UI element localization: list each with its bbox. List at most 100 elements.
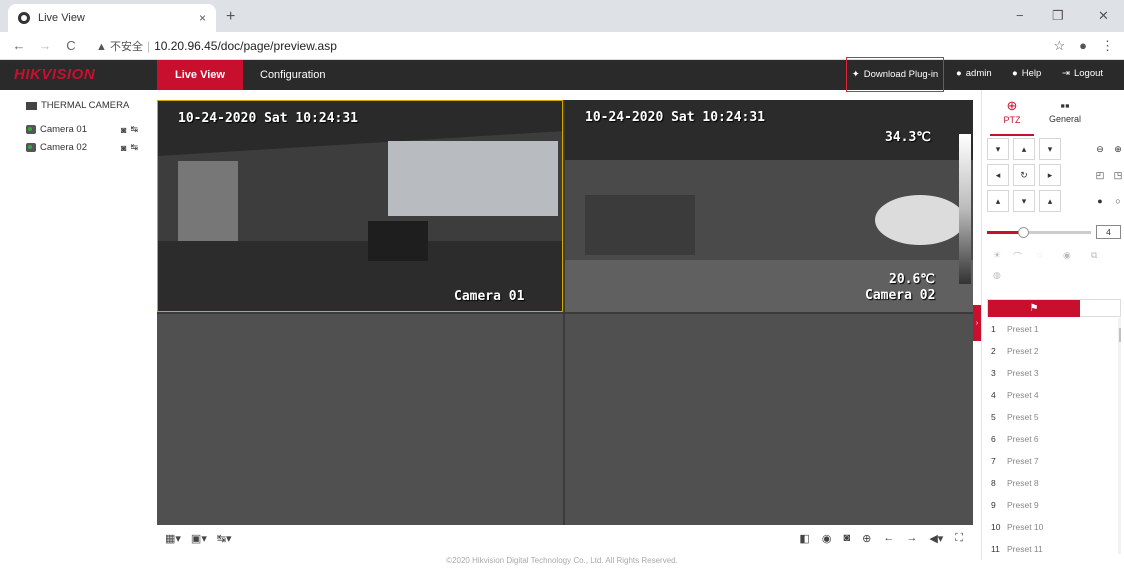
tab-general-label: General [1048, 114, 1082, 124]
camera-label: Camera 01 [40, 124, 87, 135]
panel-collapse-handle[interactable]: › [973, 305, 981, 341]
stop-all-icon[interactable]: ◧ [799, 532, 809, 545]
nav-live-view[interactable]: Live View [157, 60, 243, 90]
preset-label: Preset 7 [1007, 456, 1039, 466]
preset-item[interactable]: 4 Preset 4 [987, 384, 1121, 406]
ptz-up-right-icon[interactable]: ▾ [1039, 138, 1061, 160]
camera-icon [26, 125, 36, 134]
preset-label: Preset 11 [1007, 544, 1043, 554]
profile-icon[interactable]: ● [1079, 38, 1087, 54]
fullscreen-icon[interactable]: ⛶ [955, 532, 963, 545]
forward-arrow-icon[interactable]: → [38, 38, 52, 53]
preset-number: 4 [991, 390, 996, 400]
view-window-camera-01[interactable]: 10-24-2020 Sat 10:24:31 Camera 01 [157, 100, 563, 312]
preset-item[interactable]: 10 Preset 10 [987, 516, 1121, 538]
aux-focus-icon[interactable]: ◌ [1037, 250, 1042, 260]
ptz-down-right-icon[interactable]: ▴ [1039, 190, 1061, 212]
next-page-icon[interactable]: → [906, 532, 917, 545]
focus-far-icon[interactable]: ◳ [1107, 164, 1124, 186]
camera-label: Camera 02 [40, 142, 87, 153]
view-window-empty-3[interactable] [157, 314, 563, 525]
ptz-left-icon[interactable]: ◂ [987, 164, 1009, 186]
preset-scrollbar[interactable] [1118, 318, 1121, 554]
tab-title: Live View [38, 12, 85, 24]
minimize-icon[interactable]: − [1016, 8, 1024, 23]
digital-zoom-icon[interactable]: ⊕ [862, 532, 871, 545]
preset-item[interactable]: 8 Preset 8 [987, 472, 1121, 494]
stream-icon[interactable]: ↹ [130, 142, 138, 153]
address-bar: ← → C ▲ 不安全 | 10.20.96.45/doc/page/previ… [0, 32, 1124, 60]
preset-item[interactable]: 1 Preset 1 [987, 318, 1121, 340]
preset-item[interactable]: 5 Preset 5 [987, 406, 1121, 428]
preset-label: Preset 6 [1007, 434, 1039, 444]
iris-close-icon[interactable]: ○ [1107, 190, 1124, 212]
camera-02-timestamp: 10-24-2020 Sat 10:24:31 [585, 110, 766, 125]
user-menu[interactable]: ● admin [956, 68, 992, 79]
download-plugin-label: Download Plug-in [863, 69, 939, 80]
camera-item-01[interactable]: Camera 01 ◙ ↹ [26, 124, 138, 135]
new-tab-icon[interactable]: + [226, 8, 235, 26]
window-close-icon[interactable]: ✕ [1098, 8, 1109, 24]
scrollbar-thumb[interactable] [1119, 328, 1121, 342]
user-label: admin [965, 68, 992, 79]
tab-general[interactable]: ▪▪ General [1040, 98, 1090, 124]
tab-close-icon[interactable]: × [199, 11, 206, 25]
tab-ptz[interactable]: ⊕ PTZ [990, 98, 1034, 136]
help-link[interactable]: ● Help [1012, 68, 1041, 79]
user-icon: ● [956, 68, 962, 79]
ptz-auto-icon[interactable]: ↻ [1013, 164, 1035, 186]
ptz-down-icon[interactable]: ▾ [1013, 190, 1035, 212]
device-root[interactable]: THERMAL CAMERA [26, 100, 129, 111]
audio-icon[interactable]: ◀▾ [929, 532, 943, 545]
preset-item[interactable]: 3 Preset 3 [987, 362, 1121, 384]
stream-icon[interactable]: ↹ [130, 124, 138, 135]
restore-icon[interactable]: ❐ [1052, 8, 1064, 24]
region-zoom-icon[interactable]: ⧉ [1091, 250, 1097, 261]
stream-type-icon[interactable]: ▣▾ [191, 532, 207, 545]
record-icon[interactable]: ◙ [121, 143, 126, 153]
download-plugin-button[interactable]: ✦ Download Plug-in [846, 57, 944, 92]
view-window-empty-4[interactable] [565, 314, 973, 525]
nav-configuration[interactable]: Configuration [260, 60, 325, 90]
record-all-icon[interactable]: ◙ [843, 532, 850, 545]
menu-icon[interactable]: ⋮ [1101, 38, 1114, 54]
capture-icon[interactable]: ◉ [822, 532, 832, 545]
reload-icon[interactable]: C [64, 38, 78, 53]
previous-page-icon[interactable]: ← [883, 532, 894, 545]
ptz-up-icon[interactable]: ▴ [1013, 138, 1035, 160]
plugin-stream-icon[interactable]: ↹▾ [217, 532, 232, 545]
ptz-right-icon[interactable]: ▸ [1039, 164, 1061, 186]
url-divider: | [146, 38, 151, 53]
preset-item[interactable]: 2 Preset 2 [987, 340, 1121, 362]
manual-track-icon[interactable]: ◍ [993, 270, 1001, 281]
security-warning[interactable]: ▲ 不安全 [96, 38, 143, 54]
camera-01-timestamp: 10-24-2020 Sat 10:24:31 [178, 111, 359, 126]
lens-init-icon[interactable]: ◉ [1063, 250, 1071, 261]
logout-icon: ⇥ [1062, 68, 1070, 79]
window-layout-icon[interactable]: ▦▾ [165, 532, 181, 545]
browser-tab-strip: Live View × + − ❐ ✕ [0, 0, 1124, 32]
preset-item[interactable]: 6 Preset 6 [987, 428, 1121, 450]
ptz-icon: ⊕ [1006, 98, 1018, 113]
ptz-panel: ⊕ PTZ ▪▪ General ▾ ▴ ▾ ◂ ↻ ▸ ▴ ▾ ▴ ⊖ ⊕ ◰… [981, 90, 1124, 560]
url-field[interactable]: 10.20.96.45/doc/page/preview.asp [154, 39, 337, 53]
record-icon[interactable]: ◙ [121, 125, 126, 135]
ptz-down-left-icon[interactable]: ▴ [987, 190, 1009, 212]
star-icon[interactable]: ☆ [1053, 38, 1065, 54]
camera-02-name: Camera 02 [865, 288, 936, 303]
camera-item-02[interactable]: Camera 02 ◙ ↹ [26, 142, 138, 153]
back-arrow-icon[interactable]: ← [12, 38, 26, 53]
ptz-up-left-icon[interactable]: ▾ [987, 138, 1009, 160]
preset-item[interactable]: 7 Preset 7 [987, 450, 1121, 472]
slider-knob[interactable] [1018, 227, 1030, 238]
zoom-out-icon[interactable]: ⊕ [1107, 138, 1124, 160]
preset-tab-icon[interactable]: ⚑ [988, 300, 1080, 317]
preset-item[interactable]: 11 Preset 11 [987, 538, 1121, 554]
logout-link[interactable]: ⇥ Logout [1062, 68, 1103, 79]
wiper-icon[interactable]: ⌒ [1013, 250, 1022, 263]
view-window-camera-02[interactable]: 10-24-2020 Sat 10:24:31 34.3℃ 20.6℃ Came… [565, 100, 973, 312]
light-icon[interactable]: ☀ [993, 250, 1001, 261]
browser-tab[interactable]: Live View × [8, 4, 216, 32]
preset-item[interactable]: 9 Preset 9 [987, 494, 1121, 516]
ptz-speed-slider[interactable] [987, 227, 1091, 238]
